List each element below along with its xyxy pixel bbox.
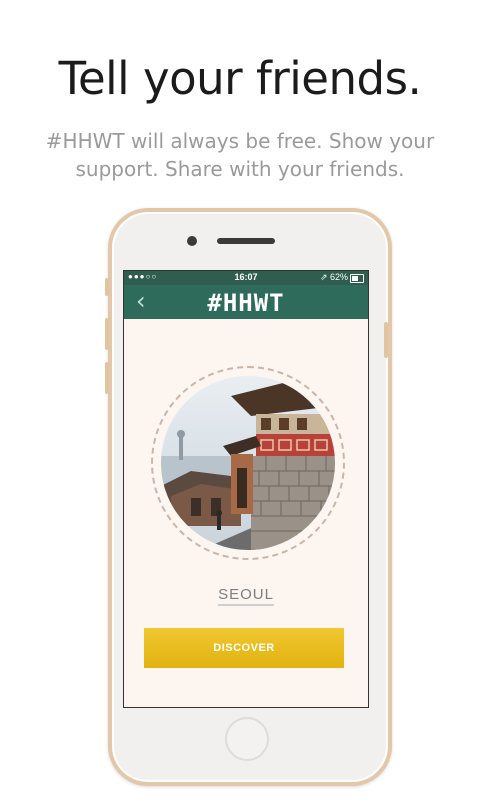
home-button[interactable] (225, 717, 269, 761)
phone-screen: ●●●○○ 16:07 ⇗ 62% ‹ #HHWT SEOUL DISCOVER (123, 270, 369, 708)
subline-line-2: support. Share with your friends. (75, 157, 405, 181)
headline: Tell your friends. (58, 52, 422, 105)
city-label[interactable]: SEOUL (124, 586, 368, 606)
seoul-street-illustration (161, 376, 335, 550)
discover-button[interactable]: DISCOVER (144, 628, 344, 668)
subline-line-1: #HHWT will always be free. Show your (45, 129, 435, 153)
front-camera (187, 236, 197, 246)
app-title: #HHWT (207, 289, 285, 317)
subline: #HHWT will always be free. Show your sup… (0, 127, 480, 183)
earpiece-speaker (217, 238, 275, 244)
city-name: SEOUL (218, 586, 274, 606)
phone-power-button (384, 322, 388, 358)
battery-icon (350, 274, 364, 283)
status-bar: ●●●○○ 16:07 ⇗ 62% (124, 271, 368, 285)
battery-percent: ⇗ 62% (319, 272, 348, 282)
phone-mute-switch (105, 278, 109, 296)
phone-volume-down (105, 362, 109, 394)
phone-volume-up (105, 318, 109, 350)
city-photo (161, 376, 335, 550)
app-nav-bar: ‹ #HHWT (124, 285, 368, 319)
